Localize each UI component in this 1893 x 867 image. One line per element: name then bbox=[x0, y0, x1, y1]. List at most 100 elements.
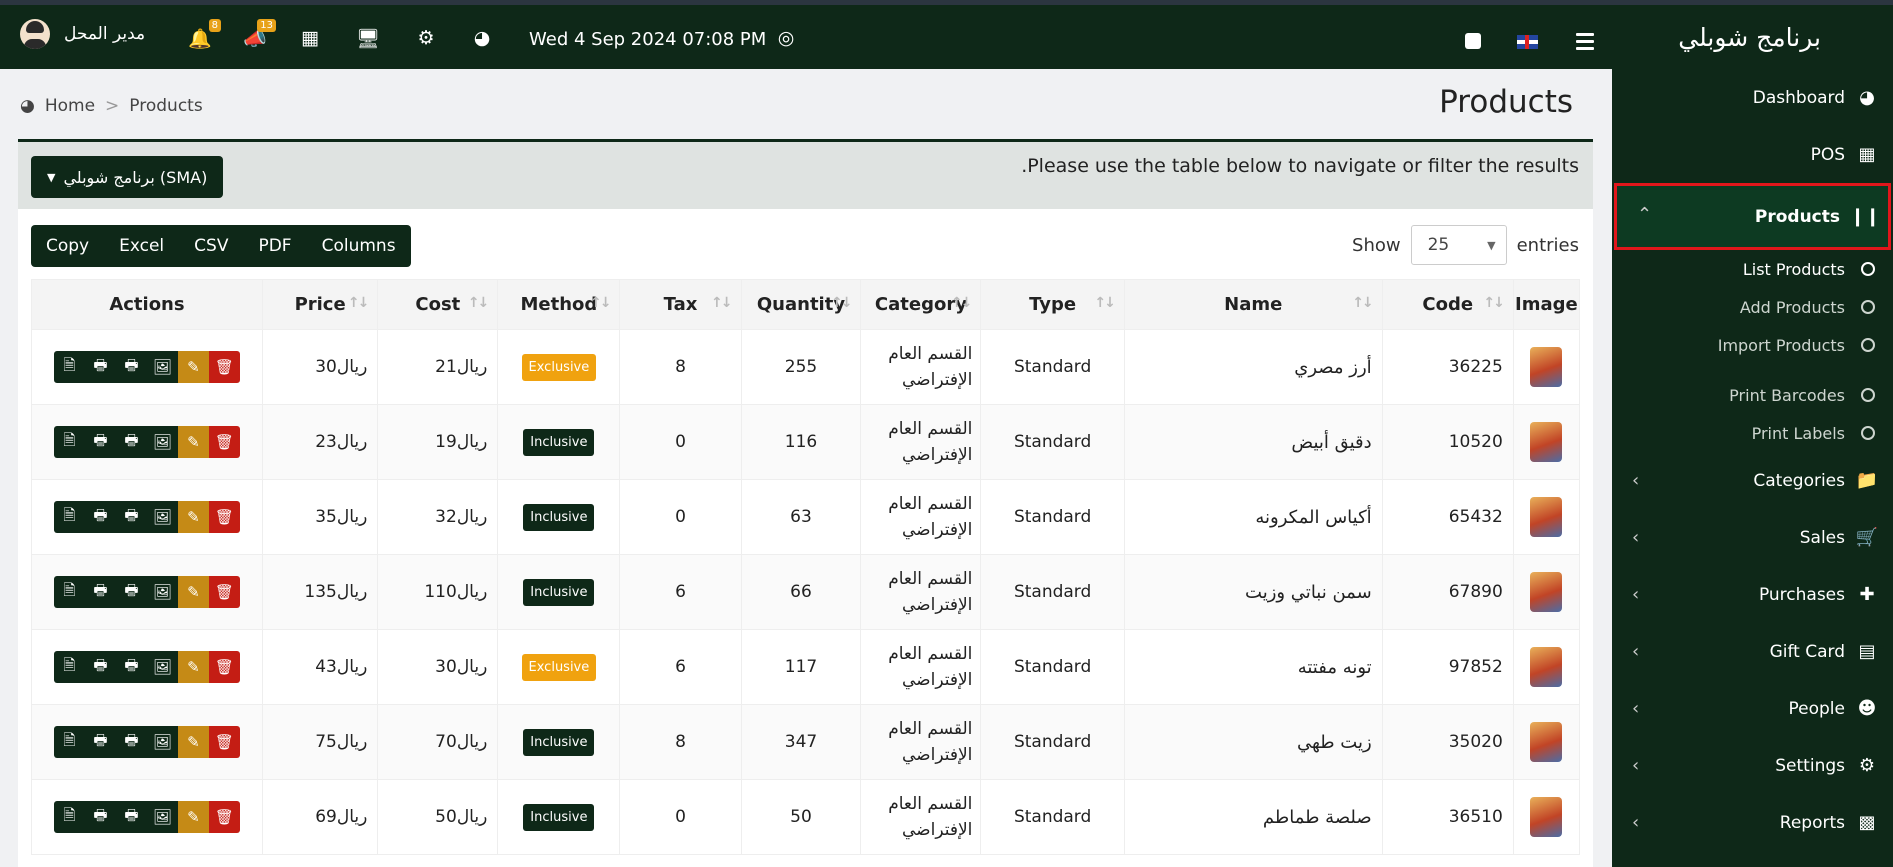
product-thumbnail[interactable] bbox=[1530, 347, 1563, 387]
edit-icon[interactable]: ✎ bbox=[177, 351, 209, 383]
uk-flag-icon[interactable] bbox=[1517, 35, 1538, 49]
print-icon[interactable]: 🖶 bbox=[84, 651, 116, 683]
file-icon[interactable]: 🗎 bbox=[53, 501, 85, 533]
print-icon[interactable]: 🖶 bbox=[84, 801, 116, 833]
print-icon[interactable]: 🖶 bbox=[115, 351, 147, 383]
product-thumbnail[interactable] bbox=[1530, 797, 1563, 837]
image-icon[interactable]: 🖼 bbox=[146, 576, 178, 608]
help-icon[interactable]: ◎ bbox=[773, 25, 799, 51]
print-icon[interactable]: 🖶 bbox=[115, 576, 147, 608]
file-icon[interactable]: 🗎 bbox=[53, 651, 85, 683]
sidebar-item-people[interactable]: ‹ People ☻ bbox=[1612, 680, 1893, 737]
edit-icon[interactable]: ✎ bbox=[177, 426, 209, 458]
col-category[interactable]: Category ↑↓ bbox=[860, 279, 982, 330]
copy-button[interactable]: Copy bbox=[31, 225, 104, 267]
print-icon[interactable]: 🖶 bbox=[115, 651, 147, 683]
col-cost[interactable]: Cost ↑↓ bbox=[377, 279, 499, 330]
col-name[interactable]: Name ↑↓ bbox=[1123, 279, 1383, 330]
trash-icon[interactable]: 🗑 bbox=[208, 501, 240, 533]
product-thumbnail[interactable] bbox=[1530, 572, 1563, 612]
image-icon[interactable]: 🖼 bbox=[146, 726, 178, 758]
image-icon[interactable]: 🖼 bbox=[146, 501, 178, 533]
print-icon[interactable]: 🖶 bbox=[84, 501, 116, 533]
file-icon[interactable]: 🗎 bbox=[53, 351, 85, 383]
fullscreen-icon[interactable] bbox=[1465, 33, 1481, 49]
image-icon[interactable]: 🖼 bbox=[146, 801, 178, 833]
image-icon[interactable]: 🖼 bbox=[146, 351, 178, 383]
entries-select[interactable]: 25 ▼ bbox=[1410, 225, 1507, 265]
col-method[interactable]: Method ↑↓ bbox=[497, 279, 621, 330]
sidebar-sub-add-products[interactable]: Add Products bbox=[1612, 288, 1893, 326]
col-code[interactable]: Code ↑↓ bbox=[1381, 279, 1514, 330]
print-icon[interactable]: 🖶 bbox=[115, 726, 147, 758]
trash-icon[interactable]: 🗑 bbox=[208, 576, 240, 608]
trash-icon[interactable]: 🗑 bbox=[208, 801, 240, 833]
product-thumbnail[interactable] bbox=[1530, 497, 1563, 537]
trash-icon[interactable]: 🗑 bbox=[208, 426, 240, 458]
product-thumbnail[interactable] bbox=[1530, 722, 1563, 762]
trash-icon[interactable]: 🗑 bbox=[208, 651, 240, 683]
table-row[interactable]: 🗎 🖶 🖶 🖼 ✎ 🗑 135ريال 110ريال Inclusive 6 … bbox=[31, 554, 1581, 630]
grid-icon[interactable]: ▦ bbox=[297, 25, 323, 51]
file-icon[interactable]: 🗎 bbox=[53, 801, 85, 833]
pdf-button[interactable]: PDF bbox=[243, 225, 306, 267]
col-tax[interactable]: Tax ↑↓ bbox=[619, 279, 742, 330]
dashboard-icon[interactable]: ◕ bbox=[469, 25, 495, 51]
col-price[interactable]: Price ↑↓ bbox=[261, 279, 379, 330]
sidebar-sub-print-labels[interactable]: Print Labels bbox=[1612, 414, 1893, 452]
sidebar-item-settings[interactable]: ‹ Settings ⚙ bbox=[1612, 737, 1893, 794]
breadcrumb-home[interactable]: Home bbox=[45, 96, 95, 116]
bell-icon[interactable]: 🔔 8 bbox=[187, 19, 221, 51]
excel-button[interactable]: Excel bbox=[104, 225, 179, 267]
sidebar-item-categories[interactable]: ‹ Categories 📁 bbox=[1612, 452, 1893, 509]
megaphone-icon[interactable]: 📣 13 bbox=[242, 19, 276, 51]
csv-button[interactable]: CSV bbox=[179, 225, 243, 267]
print-icon[interactable]: 🖶 bbox=[84, 576, 116, 608]
edit-icon[interactable]: ✎ bbox=[177, 726, 209, 758]
image-icon[interactable]: 🖼 bbox=[146, 651, 178, 683]
table-row[interactable]: 🗎 🖶 🖶 🖼 ✎ 🗑 75ريال 70ريال Inclusive 8 34… bbox=[31, 704, 1581, 780]
sidebar-sub-print-barcodes[interactable]: Print Barcodes bbox=[1612, 376, 1893, 414]
sidebar-item-pos[interactable]: POS ▦ bbox=[1612, 126, 1893, 183]
print-icon[interactable]: 🖶 bbox=[84, 726, 116, 758]
table-row[interactable]: 🗎 🖶 🖶 🖼 ✎ 🗑 35ريال 32ريال Inclusive 0 63… bbox=[31, 479, 1581, 555]
table-row[interactable]: 🗎 🖶 🖶 🖼 ✎ 🗑 23ريال 19ريال Inclusive 0 11… bbox=[31, 404, 1581, 480]
edit-icon[interactable]: ✎ bbox=[177, 576, 209, 608]
edit-icon[interactable]: ✎ bbox=[177, 501, 209, 533]
sidebar-sub-list-products[interactable]: List Products bbox=[1612, 250, 1893, 288]
product-thumbnail[interactable] bbox=[1530, 647, 1563, 687]
edit-icon[interactable]: ✎ bbox=[177, 651, 209, 683]
col-quantity[interactable]: Quantity ↑↓ bbox=[740, 279, 862, 330]
image-icon[interactable]: 🖼 bbox=[146, 426, 178, 458]
print-icon[interactable]: 🖶 bbox=[115, 501, 147, 533]
sidebar-item-products[interactable]: ⌃ Products ❙❙ bbox=[1614, 183, 1891, 250]
edit-icon[interactable]: ✎ bbox=[177, 801, 209, 833]
print-icon[interactable]: 🖶 bbox=[115, 426, 147, 458]
product-thumbnail[interactable] bbox=[1530, 422, 1563, 462]
col-type[interactable]: Type ↑↓ bbox=[980, 279, 1125, 330]
file-icon[interactable]: 🗎 bbox=[53, 726, 85, 758]
sidebar-item-reports[interactable]: ‹ Reports ▩ bbox=[1612, 794, 1893, 851]
trash-icon[interactable]: 🗑 bbox=[208, 726, 240, 758]
brand-title[interactable]: برنامج شوبلي bbox=[1612, 5, 1893, 69]
print-icon[interactable]: 🖶 bbox=[84, 351, 116, 383]
menu-toggle-icon[interactable] bbox=[1576, 33, 1594, 54]
sidebar-item-purchases[interactable]: ‹ Purchases ✚ bbox=[1612, 566, 1893, 623]
sidebar-item-sales[interactable]: ‹ Sales 🛒 bbox=[1612, 509, 1893, 566]
columns-button[interactable]: Columns bbox=[307, 225, 411, 267]
monitor-icon[interactable]: 🖥 bbox=[355, 25, 381, 51]
table-row[interactable]: 🗎 🖶 🖶 🖼 ✎ 🗑 30ريال 21ريال Exclusive 8 25… bbox=[31, 329, 1581, 405]
trash-icon[interactable]: 🗑 bbox=[208, 351, 240, 383]
sidebar-item-dashboard[interactable]: Dashboard ◕ bbox=[1612, 69, 1893, 126]
warehouse-dropdown-button[interactable]: ▼ برنامج شوبلي (SMA) bbox=[31, 156, 224, 198]
print-icon[interactable]: 🖶 bbox=[115, 801, 147, 833]
table-row[interactable]: 🗎 🖶 🖶 🖼 ✎ 🗑 69ريال 50ريال Inclusive 0 50… bbox=[31, 779, 1581, 855]
file-icon[interactable]: 🗎 bbox=[53, 426, 85, 458]
table-row[interactable]: 🗎 🖶 🖶 🖼 ✎ 🗑 43ريال 30ريال Exclusive 6 11… bbox=[31, 629, 1581, 705]
user-menu[interactable]: مدير المحل bbox=[20, 19, 145, 49]
print-icon[interactable]: 🖶 bbox=[84, 426, 116, 458]
cogs-icon[interactable]: ⚙ bbox=[413, 25, 439, 51]
file-icon[interactable]: 🗎 bbox=[53, 576, 85, 608]
sidebar-sub-import-products[interactable]: Import Products bbox=[1612, 326, 1893, 364]
sidebar-item-gift-card[interactable]: ‹ Gift Card ▤ bbox=[1612, 623, 1893, 680]
